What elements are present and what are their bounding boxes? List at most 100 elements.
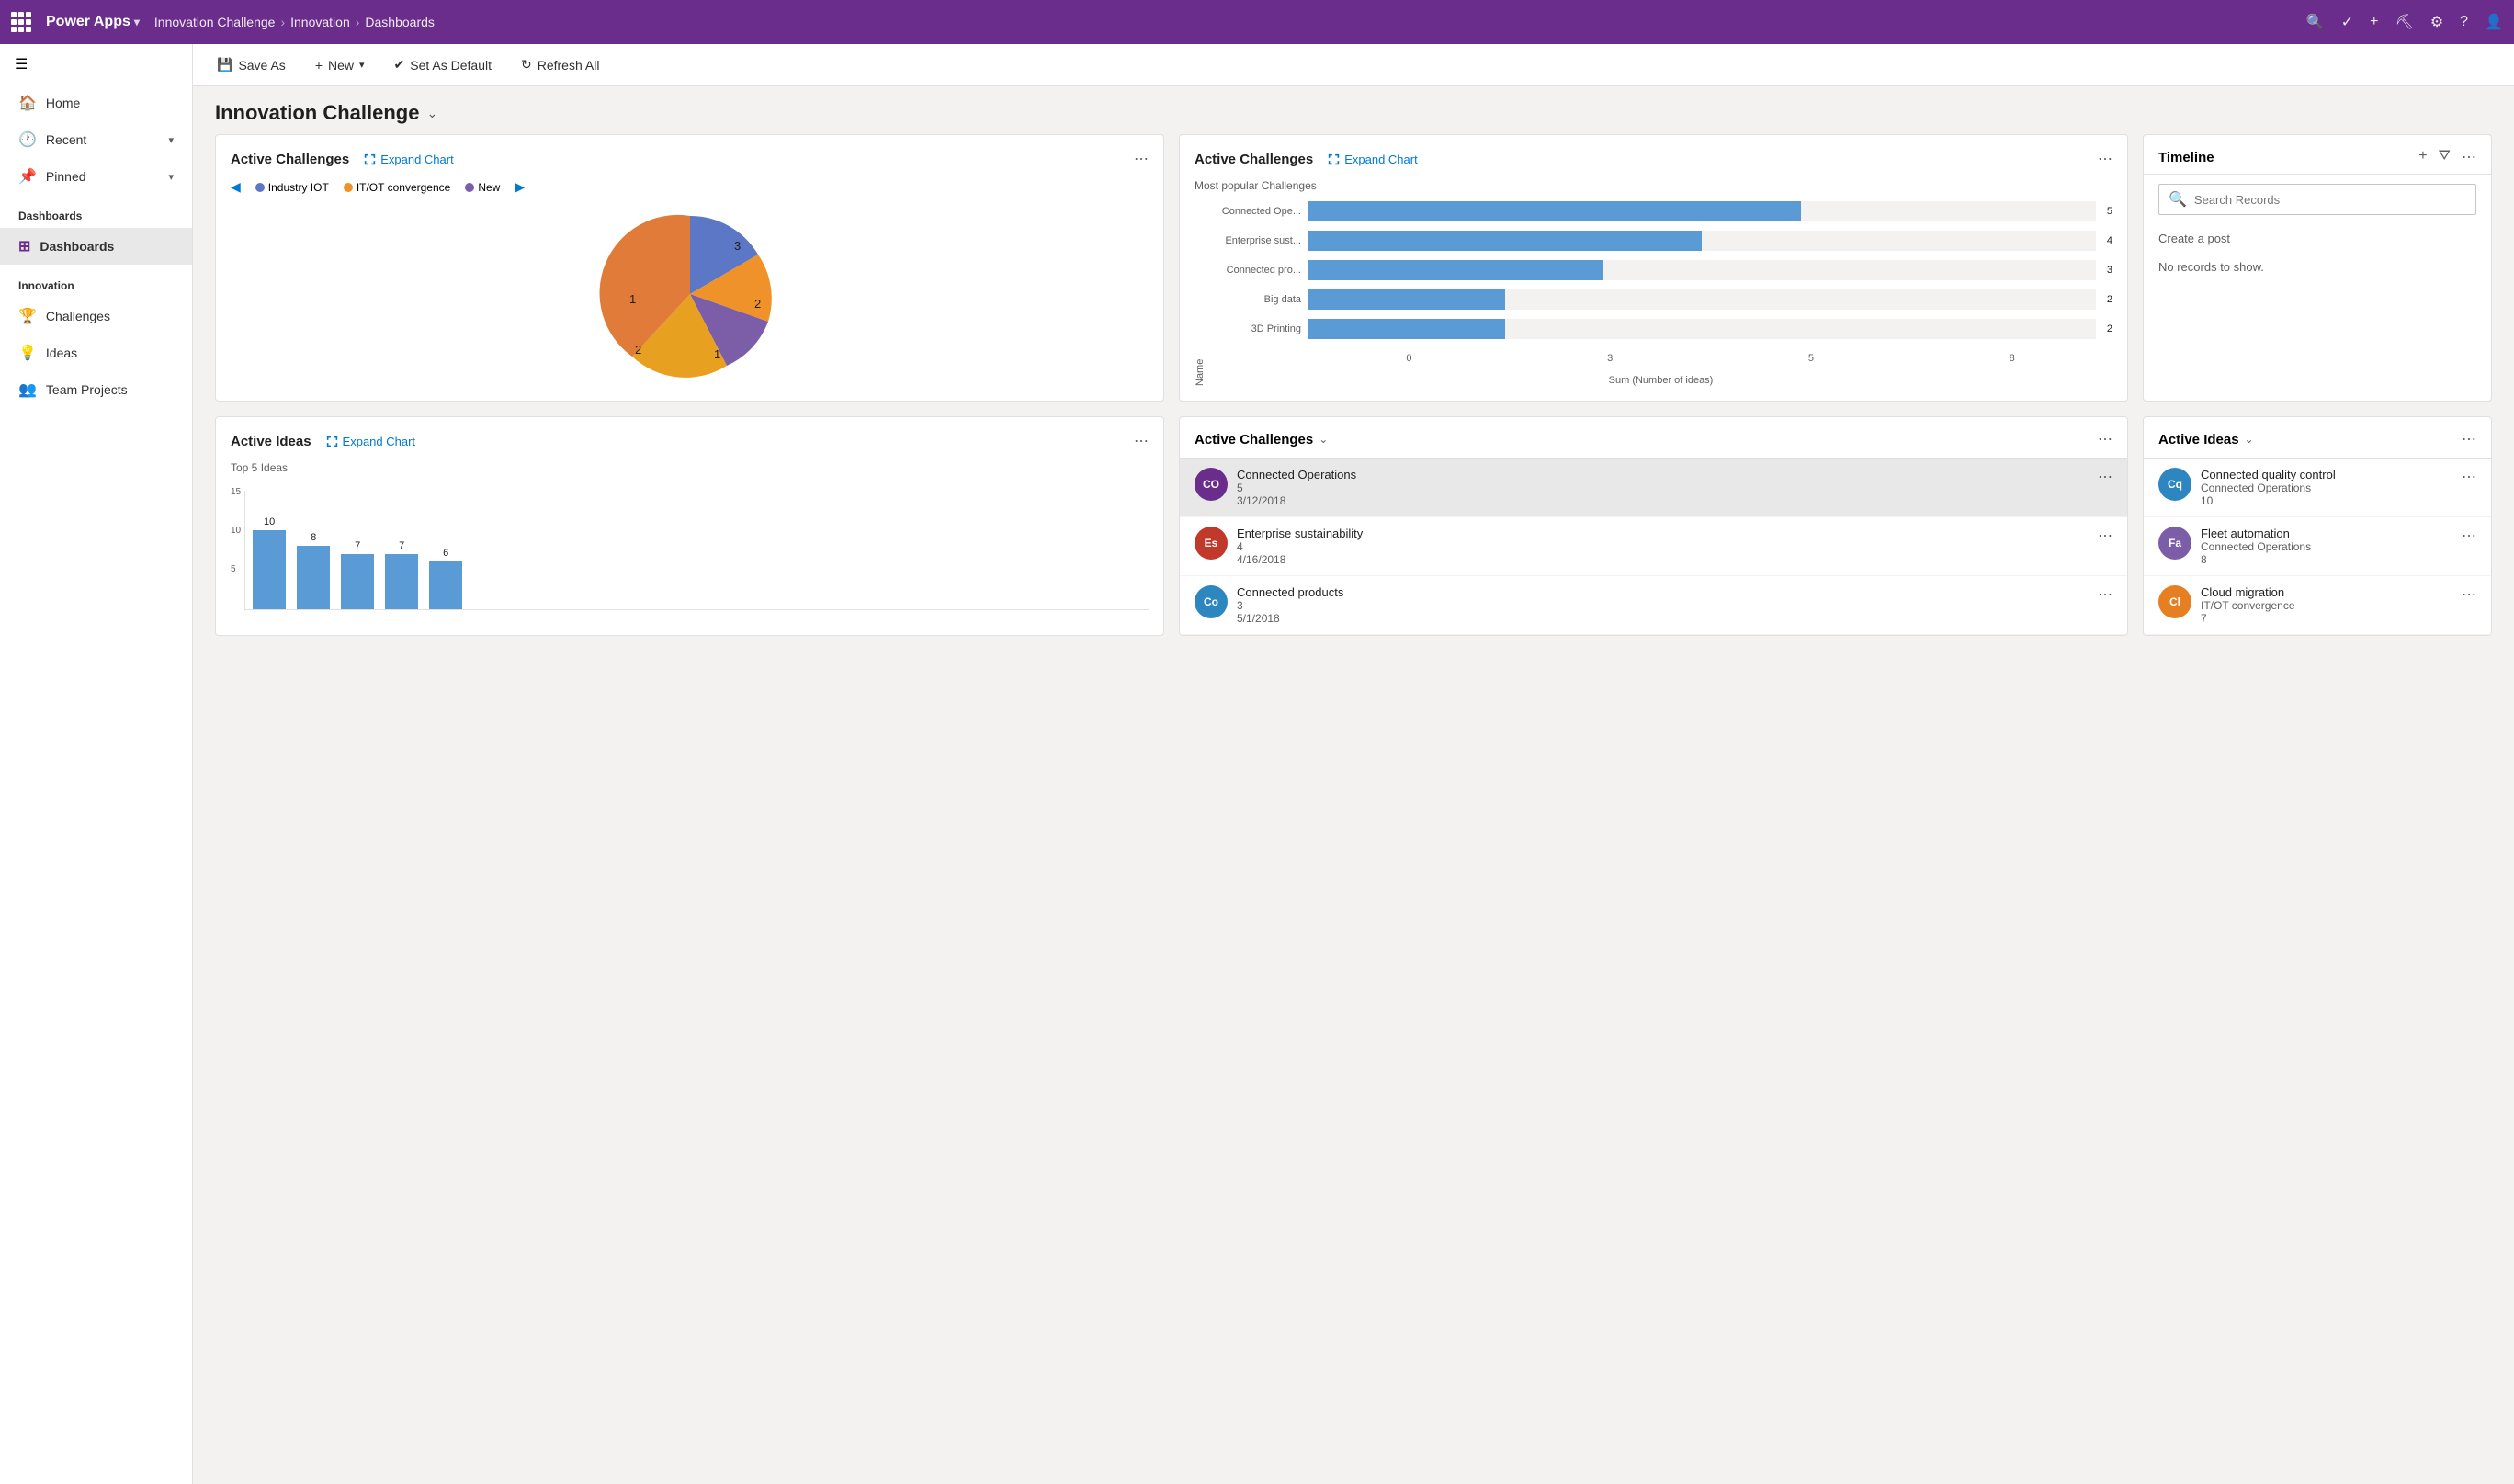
sidebar-home-label: Home bbox=[46, 96, 80, 110]
page-title-chevron-icon[interactable]: ⌄ bbox=[426, 106, 437, 121]
timeline-search-icon: 🔍 bbox=[2169, 190, 2187, 209]
challenge-avatar-3: Co bbox=[1195, 585, 1228, 618]
idea-item-1[interactable]: Cq Connected quality control Connected O… bbox=[2144, 459, 2491, 517]
card2-expand-chart-button[interactable]: Expand Chart bbox=[1328, 153, 1418, 166]
idea-initials-1: Cq bbox=[2168, 478, 2182, 491]
challenge-item-1-more-button[interactable]: ⋯ bbox=[2098, 468, 2112, 486]
timeline-filter-icon[interactable]: ⛛ bbox=[2439, 148, 2451, 166]
card1-expand-chart-button[interactable]: Expand Chart bbox=[364, 153, 454, 166]
set-as-default-button[interactable]: ✔ Set As Default bbox=[389, 53, 497, 76]
dashboard-grid: Active Challenges Expand Chart ⋯ ◀ Indus… bbox=[193, 134, 2514, 658]
idea-item-3[interactable]: Cl Cloud migration IT/OT convergence 7 ⋯ bbox=[2144, 576, 2491, 635]
breadcrumb-current[interactable]: Dashboards bbox=[365, 15, 435, 29]
hbar-value-2: 4 bbox=[2107, 235, 2112, 246]
card5-header: Active Challenges ⌄ ⋯ bbox=[1180, 417, 2127, 459]
vert-bar-5 bbox=[429, 561, 462, 609]
vert-bar-val-4: 7 bbox=[399, 540, 404, 551]
card4-expand-chart-button[interactable]: Expand Chart bbox=[326, 435, 416, 448]
sidebar-item-pinned[interactable]: 📌 Pinned ▾ bbox=[0, 158, 192, 195]
save-as-button[interactable]: 💾 Save As bbox=[211, 53, 291, 76]
check-icon[interactable]: ✓ bbox=[2341, 13, 2353, 31]
refresh-all-button[interactable]: ↻ Refresh All bbox=[515, 53, 605, 76]
new-label: New bbox=[328, 58, 354, 73]
challenge-item-2[interactable]: Es Enterprise sustainability 4 4/16/2018… bbox=[1180, 517, 2127, 576]
challenge-item-2-more-button[interactable]: ⋯ bbox=[2098, 527, 2112, 545]
legend-next-icon[interactable]: ▶ bbox=[515, 179, 525, 195]
recent-chevron-icon[interactable]: ▾ bbox=[168, 134, 174, 146]
new-chevron-icon[interactable]: ▾ bbox=[359, 59, 365, 71]
search-icon[interactable]: 🔍 bbox=[2306, 13, 2325, 31]
sidebar-dashboards-label: Dashboards bbox=[40, 239, 114, 254]
add-icon[interactable]: + bbox=[2370, 14, 2378, 30]
hamburger-button[interactable]: ☰ bbox=[0, 44, 192, 85]
card6-more-button[interactable]: ⋯ bbox=[2462, 430, 2476, 448]
active-challenges-list-card: Active Challenges ⌄ ⋯ CO Connected Opera… bbox=[1179, 416, 2128, 636]
idea-item-2-more-button[interactable]: ⋯ bbox=[2462, 527, 2476, 545]
challenge-count-1: 5 bbox=[1237, 481, 2089, 494]
home-icon: 🏠 bbox=[18, 94, 37, 112]
timeline-search-input[interactable] bbox=[2194, 193, 2466, 207]
pinned-chevron-icon[interactable]: ▾ bbox=[168, 171, 174, 183]
y-tick-15: 15 bbox=[231, 487, 241, 497]
challenge-avatar-2: Es bbox=[1195, 527, 1228, 560]
card1-more-button[interactable]: ⋯ bbox=[1134, 150, 1149, 168]
brand-chevron[interactable]: ▾ bbox=[134, 16, 140, 28]
idea-item-1-more-button[interactable]: ⋯ bbox=[2462, 468, 2476, 486]
timeline-create-post[interactable]: Create a post bbox=[2144, 224, 2491, 253]
sidebar-item-team-projects[interactable]: 👥 Team Projects bbox=[0, 371, 192, 408]
set-as-default-label: Set As Default bbox=[410, 58, 492, 73]
card5-chevron-icon[interactable]: ⌄ bbox=[1319, 433, 1328, 446]
idea-info-3: Cloud migration IT/OT convergence 7 bbox=[2201, 585, 2452, 625]
user-icon[interactable]: 👤 bbox=[2485, 13, 2503, 31]
help-icon[interactable]: ? bbox=[2460, 14, 2468, 30]
sidebar-item-home[interactable]: 🏠 Home bbox=[0, 85, 192, 121]
card6-title: Active Ideas bbox=[2158, 432, 2239, 447]
legend-prev-icon[interactable]: ◀ bbox=[231, 179, 241, 195]
idea-info-1: Connected quality control Connected Oper… bbox=[2201, 468, 2452, 507]
sidebar: ☰ 🏠 Home 🕐 Recent ▾ 📌 Pinned ▾ Dashboard… bbox=[0, 44, 193, 1484]
sidebar-challenges-label: Challenges bbox=[46, 309, 110, 323]
challenge-item-1[interactable]: CO Connected Operations 5 3/12/2018 ⋯ bbox=[1180, 459, 2127, 517]
breadcrumb-section[interactable]: Innovation bbox=[290, 15, 350, 29]
challenge-item-3-more-button[interactable]: ⋯ bbox=[2098, 585, 2112, 604]
sidebar-team-label: Team Projects bbox=[46, 382, 128, 397]
recent-icon: 🕐 bbox=[18, 130, 37, 149]
sidebar-item-ideas[interactable]: 💡 Ideas bbox=[0, 334, 192, 371]
challenge-count-3: 3 bbox=[1237, 599, 2089, 612]
sidebar-ideas-label: Ideas bbox=[46, 346, 77, 360]
new-button[interactable]: + New ▾ bbox=[310, 54, 370, 76]
idea-item-2[interactable]: Fa Fleet automation Connected Operations… bbox=[2144, 517, 2491, 576]
card4-more-button[interactable]: ⋯ bbox=[1134, 432, 1149, 450]
card2-title: Active Challenges bbox=[1195, 152, 1313, 167]
card5-more-button[interactable]: ⋯ bbox=[2098, 430, 2112, 448]
active-ideas-list-card: Active Ideas ⌄ ⋯ Cq Connected quality co… bbox=[2143, 416, 2492, 636]
challenge-item-3[interactable]: Co Connected products 3 5/1/2018 ⋯ bbox=[1180, 576, 2127, 635]
hbar-value-3: 3 bbox=[2107, 265, 2112, 276]
card1-header: Active Challenges Expand Chart ⋯ bbox=[231, 150, 1149, 168]
sidebar-item-recent[interactable]: 🕐 Recent ▾ bbox=[0, 121, 192, 158]
challenge-name-3: Connected products bbox=[1237, 585, 2089, 599]
timeline-more-icon[interactable]: ⋯ bbox=[2462, 148, 2476, 166]
sidebar-item-dashboards[interactable]: ⊞ Dashboards bbox=[0, 228, 192, 265]
legend-dot-3 bbox=[465, 183, 474, 192]
card1-expand-label: Expand Chart bbox=[380, 153, 454, 166]
settings-icon[interactable]: ⚙ bbox=[2430, 13, 2443, 31]
timeline-add-icon[interactable]: + bbox=[2418, 148, 2427, 166]
pie-label-1a: 1 bbox=[714, 347, 720, 361]
vert-bar-val-2: 8 bbox=[311, 532, 316, 543]
x-tick-3: 3 bbox=[1607, 353, 1613, 364]
check-default-icon: ✔ bbox=[394, 57, 405, 73]
vert-bar-4 bbox=[385, 554, 418, 609]
brand[interactable]: Power Apps ▾ bbox=[46, 14, 140, 30]
timeline-search[interactable]: 🔍 bbox=[2158, 184, 2476, 215]
breadcrumb-app[interactable]: Innovation Challenge bbox=[154, 15, 276, 29]
vert-y-labels: 15 10 5 bbox=[231, 483, 241, 603]
app-grid-icon[interactable] bbox=[11, 12, 31, 32]
idea-item-3-more-button[interactable]: ⋯ bbox=[2462, 585, 2476, 604]
filter-icon[interactable]: ⛏ bbox=[2395, 13, 2414, 31]
challenge-date-3: 5/1/2018 bbox=[1237, 612, 2089, 625]
card6-chevron-icon[interactable]: ⌄ bbox=[2245, 433, 2254, 446]
card4-title: Active Ideas bbox=[231, 434, 311, 449]
sidebar-item-challenges[interactable]: 🏆 Challenges bbox=[0, 298, 192, 334]
card2-more-button[interactable]: ⋯ bbox=[2098, 150, 2112, 168]
